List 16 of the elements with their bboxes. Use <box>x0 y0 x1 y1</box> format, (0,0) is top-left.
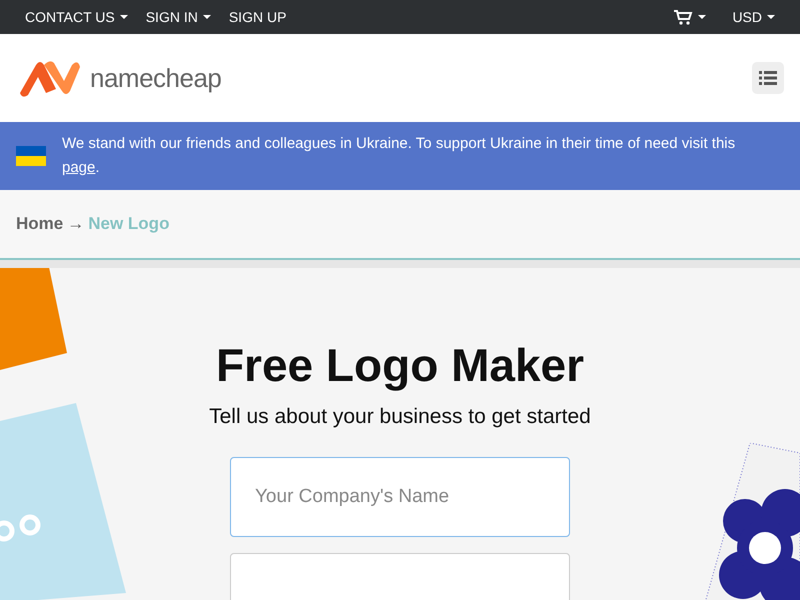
breadcrumb-link[interactable]: Home <box>16 211 64 237</box>
dropdown-link[interactable]: SIGN IN <box>136 0 220 34</box>
cart-icon <box>673 9 694 25</box>
company-name-field[interactable]: Your Company's Name <box>230 456 570 537</box>
page-subtitle: Tell us about your business to get started <box>208 404 592 430</box>
page-link[interactable]: page <box>62 159 96 176</box>
banner-message: We stand with our friends and colleagues in Ukraine. To support Ukraine in their time of need visit this page. <box>62 134 736 178</box>
nav-link[interactable]: SIGN UP <box>220 0 296 34</box>
dropdown-link[interactable]: CONTACT US <box>16 0 137 34</box>
menu-button[interactable] <box>752 62 784 94</box>
logo-text: namecheap <box>90 62 222 94</box>
currency-dropdown[interactable]: USD <box>723 0 784 34</box>
breadcrumb-separator: → <box>67 213 84 236</box>
list-icon <box>759 70 777 86</box>
ukraine-flag-icon <box>16 146 46 166</box>
page-title: Free Logo Maker <box>216 338 584 393</box>
